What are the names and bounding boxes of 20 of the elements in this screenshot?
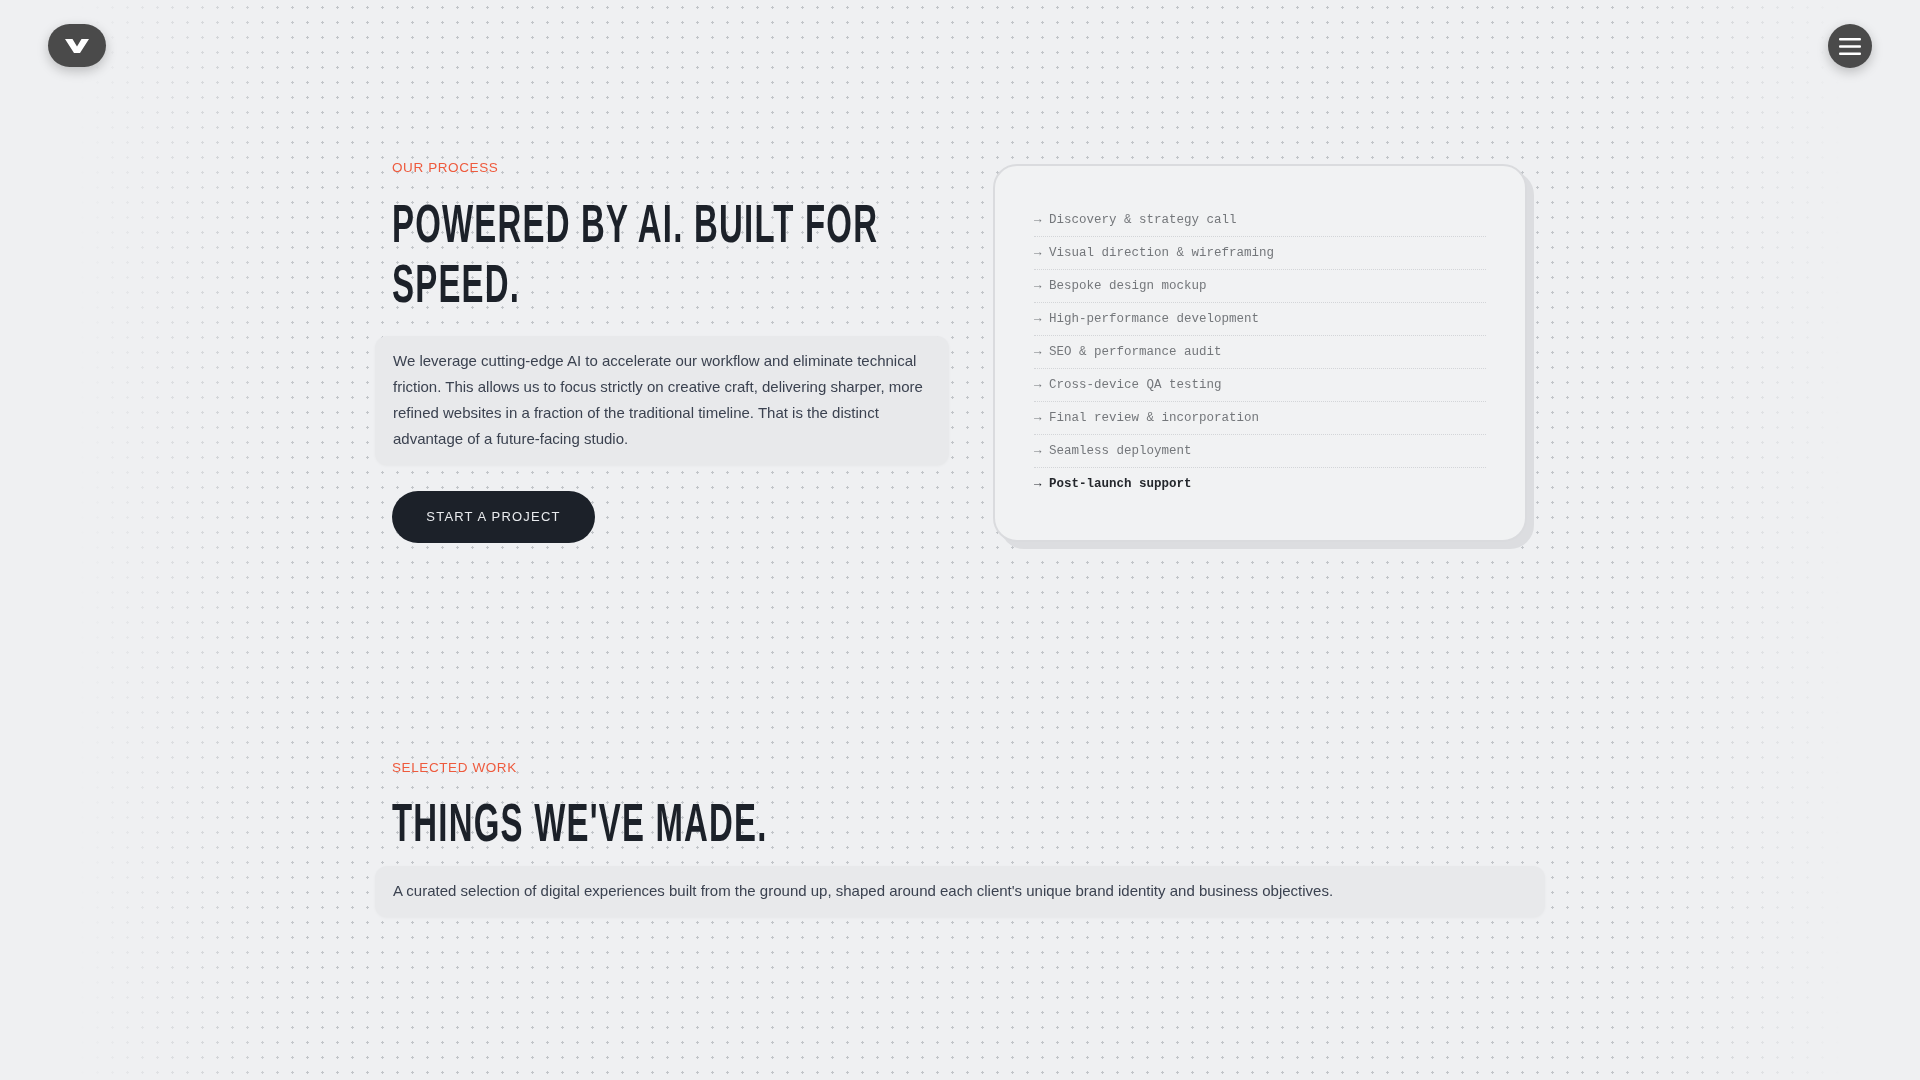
step-item: → Post-launch support (1034, 476, 1192, 494)
menu-icon (1839, 37, 1861, 55)
start-project-button[interactable]: START A PROJECT (392, 491, 595, 543)
step-item: → SEO & performance audit (1034, 343, 1222, 361)
step-item: → Final review & incorporation (1034, 409, 1260, 427)
section-heading: POWERED BY AI. BUILT FOR SPEED. (392, 193, 880, 313)
step-item: → Bespoke design mockup (1034, 277, 1207, 295)
section-heading: THINGS WE'VE MADE. (392, 792, 768, 852)
description-text: We leverage cutting-edge AI to accelerate our workflow and eliminate technical friction. This allows us to focus strictly on creative craft, delivering sharper, more refined websites in a fraction of the traditional timeline. That is the distinct advantage of a future-facing studio. (393, 351, 924, 449)
step-item: → High-performance development (1034, 310, 1260, 328)
description-text: A curated selection of digital experiences built from the ground up, shaped around each client's unique brand identity and business objectives. (393, 881, 1335, 901)
step-item: → Discovery & strategy call (1034, 211, 1237, 229)
section-label: OUR PROCESS (392, 160, 499, 176)
logo-button[interactable] (48, 24, 106, 67)
step-item: → Visual direction & wireframing (1034, 244, 1275, 262)
step-item: → Seamless deployment (1034, 442, 1192, 460)
step-item: → Cross-device QA testing (1034, 376, 1222, 394)
v-logo-icon (65, 38, 89, 53)
menu-button[interactable] (1828, 24, 1872, 68)
section-label: SELECTED WORK (392, 760, 517, 776)
